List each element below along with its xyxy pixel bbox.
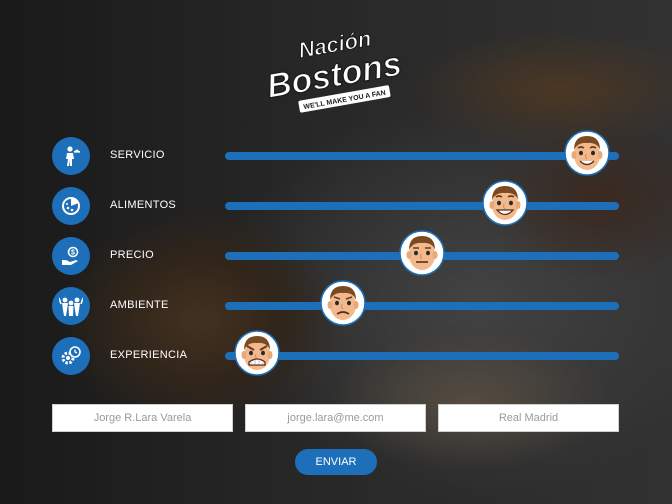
face-slider-handle[interactable] — [320, 280, 366, 326]
rating-row: SERVICIO — [0, 130, 672, 176]
face-slider-handle[interactable] — [399, 230, 445, 276]
rating-label: SERVICIO — [110, 149, 165, 161]
rating-row: $ PRECIO — [0, 230, 672, 276]
waiter-icon — [52, 137, 90, 175]
rating-slider-track[interactable] — [225, 152, 619, 160]
team-field[interactable] — [438, 404, 619, 432]
pizza-icon — [52, 187, 90, 225]
rating-slider-track[interactable] — [225, 202, 619, 210]
svg-text:$: $ — [71, 250, 75, 257]
name-field[interactable] — [52, 404, 233, 432]
rating-label: ALIMENTOS — [110, 199, 177, 211]
rating-label: PRECIO — [110, 249, 154, 261]
money-hand-icon: $ — [52, 237, 90, 275]
rating-slider-track[interactable] — [225, 352, 619, 360]
face-slider-handle[interactable] — [233, 330, 280, 376]
rating-label: EXPERIENCIA — [110, 349, 188, 361]
rating-slider-track[interactable] — [225, 302, 619, 310]
rating-label: AMBIENTE — [110, 299, 169, 311]
rating-row: AMBIENTE — [0, 280, 672, 326]
rating-row: ALIMENTOS — [0, 180, 672, 226]
email-field[interactable] — [245, 404, 426, 432]
face-slider-handle[interactable] — [481, 180, 528, 226]
rating-row: EXPERIENCIA — [0, 330, 672, 376]
gear-clock-icon — [52, 337, 90, 375]
submit-button[interactable]: ENVIAR — [295, 449, 377, 475]
people-icon — [52, 287, 90, 325]
face-slider-handle[interactable] — [564, 130, 611, 176]
nacion-bostons-logo: Nación Bostons WE'LL MAKE YOU A FAN — [268, 26, 404, 113]
